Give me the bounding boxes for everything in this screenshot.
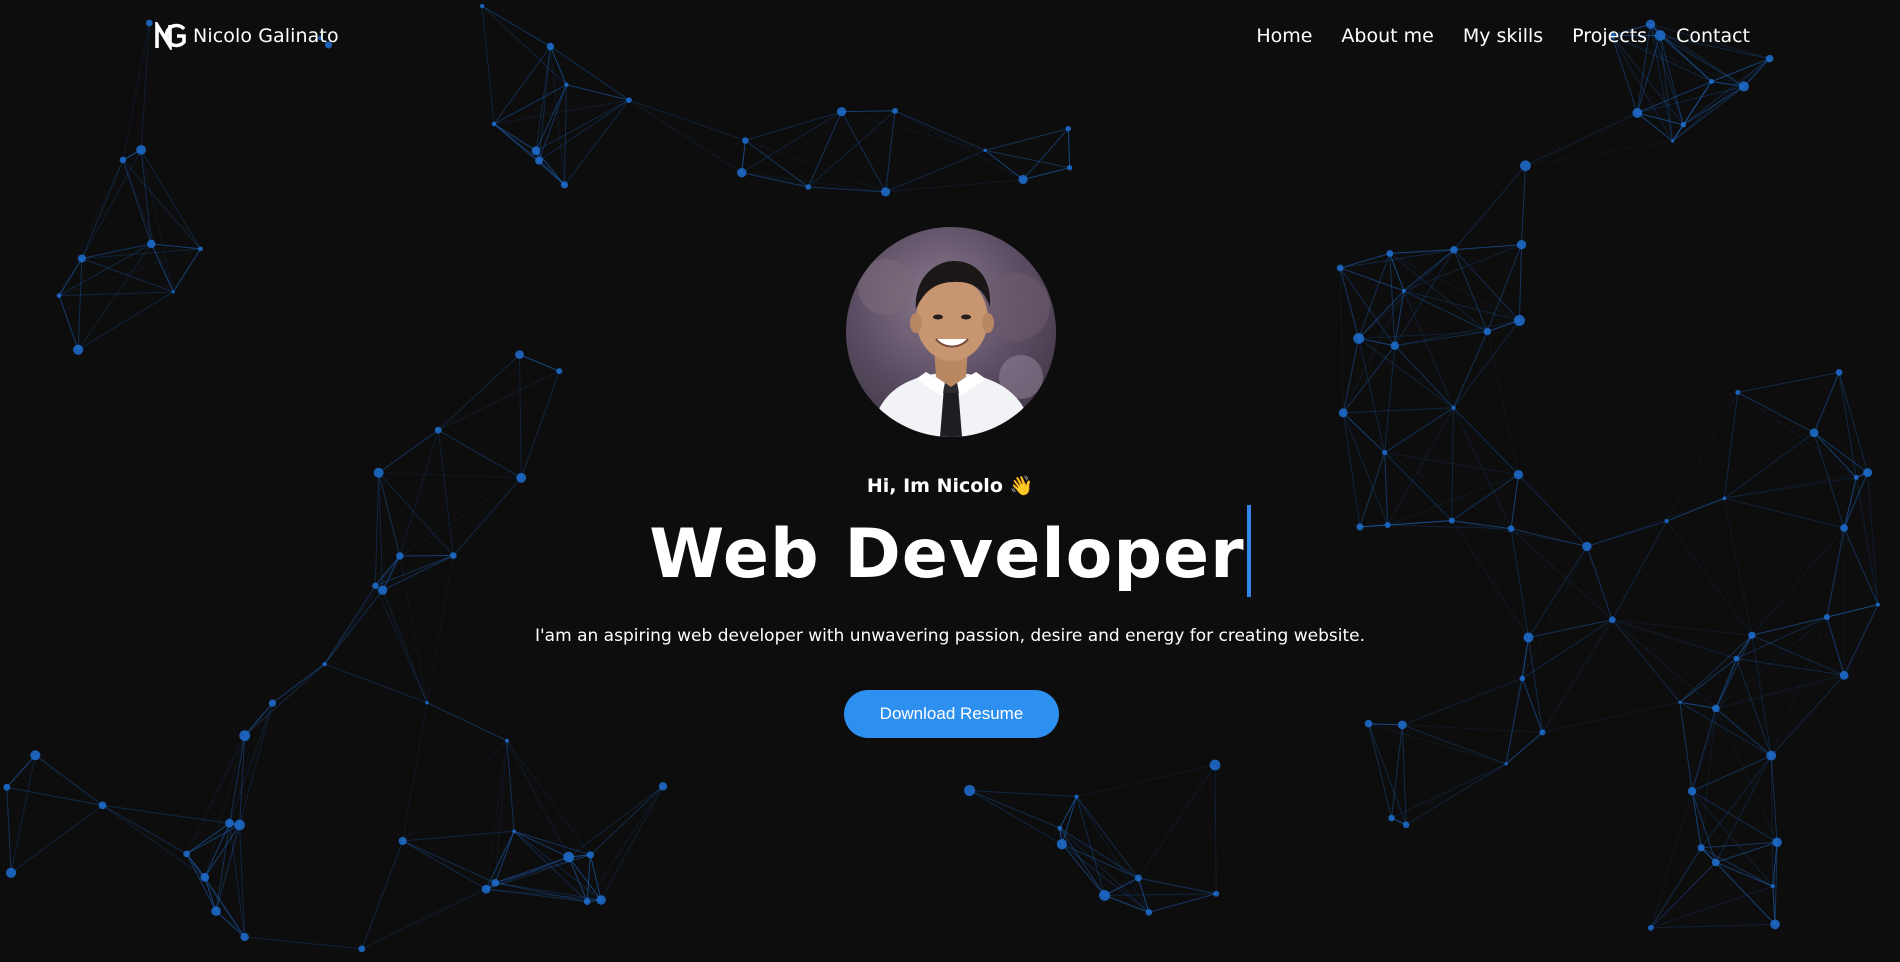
hero-tagline: I'am an aspiring web developer with unwa… <box>535 626 1365 646</box>
typing-cursor <box>1246 505 1251 597</box>
profile-photo-icon <box>846 227 1056 437</box>
portfolio-page: Nicolo Galinato Home About me My skills … <box>0 0 1900 962</box>
nav-about-me[interactable]: About me <box>1341 22 1433 50</box>
brand-link[interactable]: Nicolo Galinato <box>155 22 339 50</box>
avatar <box>846 227 1056 437</box>
nav-projects[interactable]: Projects <box>1572 22 1647 50</box>
site-header: Nicolo Galinato Home About me My skills … <box>0 0 1900 72</box>
ng-monogram-logo-icon <box>155 22 186 50</box>
greeting-text: Hi, Im Nicolo 👋 <box>866 475 1034 497</box>
hero-title-wrap: Web Developer <box>0 505 1900 601</box>
hero-title: Web Developer <box>649 515 1245 594</box>
nav-contact[interactable]: Contact <box>1676 22 1750 50</box>
brand-name: Nicolo Galinato <box>193 25 339 47</box>
main-nav: Home About me My skills Projects Contact <box>1256 22 1750 50</box>
nav-my-skills[interactable]: My skills <box>1463 22 1543 50</box>
download-resume-button[interactable]: Download Resume <box>844 690 1059 738</box>
nav-home[interactable]: Home <box>1256 22 1312 50</box>
